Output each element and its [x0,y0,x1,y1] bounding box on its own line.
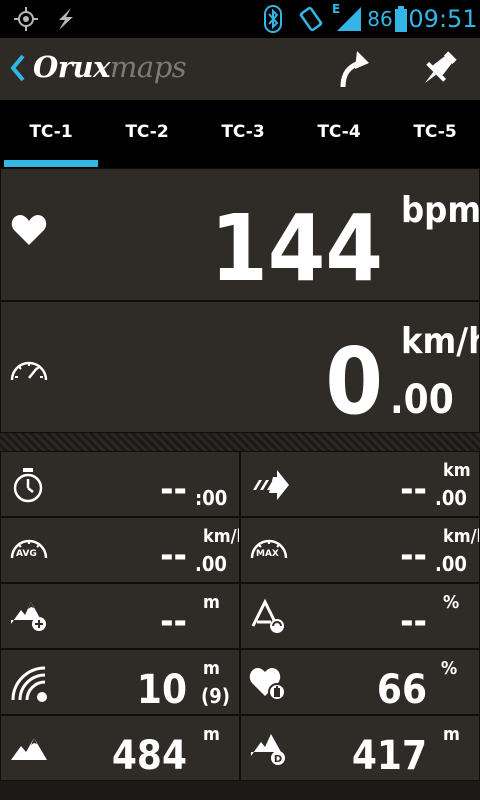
back-chevron-icon[interactable] [8,50,28,90]
speed-panel[interactable]: 0 .00 km/h [0,301,480,433]
max-speedometer-icon: MAX [249,532,289,572]
speedometer-icon [9,350,49,388]
avg-speed-unit: km/h [203,526,239,547]
slope-unit: % [443,592,460,613]
ascent-cell[interactable]: -- m [0,583,240,649]
distance-value: -- [400,469,427,510]
mountain-icon [9,734,49,768]
slope-icon [249,596,289,638]
ascent-unit: m [203,592,220,613]
bluetooth-icon [260,0,286,38]
altitude-cell[interactable]: 484 m [0,715,240,781]
gps-icon [8,0,44,38]
distance-decimal: .00 [435,486,467,510]
heart-rate-panel[interactable]: 144 bpm [0,168,480,301]
pin-button[interactable] [402,38,476,100]
altitude-unit: m [203,724,220,745]
edge-signal-icon: E [332,0,364,38]
hr-percent-unit: % [441,658,458,679]
ascent-value: -- [160,601,187,642]
distance-cell[interactable]: -- km .00 [240,451,480,517]
avg-speed-value: -- [160,535,187,576]
battery-icon [394,0,408,38]
avg-speed-decimal: .00 [195,552,227,576]
gps-accuracy-unit: m [203,658,220,679]
altitude-d-unit: m [443,724,460,745]
max-label: MAX [256,549,279,559]
speed-unit: km/h [401,321,479,362]
hr-percent-cell[interactable]: 66 % [240,649,480,715]
stopwatch-icon [11,466,45,508]
avg-speed-cell[interactable]: AVG -- km/h .00 [0,517,240,583]
clock: 09:51 [408,5,478,33]
pin-icon [424,51,457,84]
tab-tc-5[interactable]: TC-5 [387,100,480,164]
tab-tc-1[interactable]: TC-1 [3,100,99,164]
slope-value: -- [400,601,427,642]
hr-percent-value: 66 [376,667,427,713]
tab-bar: TC-1 TC-2 TC-3 TC-4 TC-5 [0,100,480,168]
logo-text-light: maps [109,50,187,84]
mountain-d-icon: D [249,728,289,772]
tab-tc-2[interactable]: TC-2 [99,100,195,164]
gps-accuracy-extra: (9) [201,684,230,708]
heart-battery-icon [249,662,289,706]
max-speed-decimal: .00 [435,552,467,576]
heart-icon [11,213,47,251]
timer-value: -- [160,469,187,510]
heart-rate-value: 144 [210,195,383,301]
separator-hatch [0,433,480,451]
mountain-plus-icon [9,596,49,638]
network-type: E [332,2,341,16]
action-bar: Oruxmaps [0,38,480,101]
gps-accuracy-cell[interactable]: 10 m (9) [0,649,240,715]
turn-up-arrow-icon [340,51,369,88]
altitude-d-value: 417 [351,733,427,779]
distance-arrow-icon [251,468,291,506]
speed-decimal: .00 [390,377,454,423]
distance-unit: km [443,460,471,481]
app-logo[interactable]: Oruxmaps [33,50,187,84]
max-speed-value: -- [400,535,427,576]
heart-rate-unit: bpm [401,190,480,231]
tab-tc-4[interactable]: TC-4 [291,100,387,164]
gps-accuracy-value: 10 [136,667,187,713]
tab-tc-3[interactable]: TC-3 [195,100,291,164]
bottom-padding [0,781,480,800]
altitude-d-cell[interactable]: D 417 m [240,715,480,781]
altitude-value: 484 [111,733,187,779]
svg-text:D: D [274,754,282,765]
tab-selected-indicator [4,160,98,167]
avg-speedometer-icon: AVG [9,532,49,572]
timer-decimal: :00 [195,486,228,510]
battery-percent: 86 [367,7,393,31]
turn-up-arrow-button[interactable] [318,38,392,100]
logo-text-bold: Orux [33,50,110,84]
power-icon [48,0,82,38]
vibrate-icon [296,0,326,38]
gps-accuracy-icon [9,664,49,708]
timer-cell[interactable]: -- :00 [0,451,240,517]
slope-cell[interactable]: -- % [240,583,480,649]
speed-value: 0 [325,328,383,433]
avg-label: AVG [16,549,37,559]
max-speed-unit: km/h [443,526,479,547]
status-bar: E 86 09:51 [0,0,480,38]
max-speed-cell[interactable]: MAX -- km/h .00 [240,517,480,583]
